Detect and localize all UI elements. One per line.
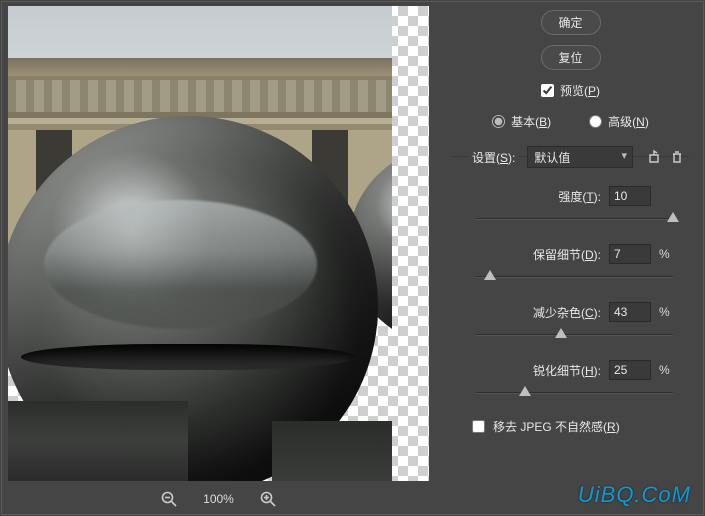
sharpen-label: 锐化细节(H): — [533, 362, 601, 379]
preserve-label: 保留细节(D): — [533, 246, 601, 263]
settings-row: 设置(S): 默认值 — [468, 146, 685, 168]
slider-thumb[interactable] — [667, 212, 679, 222]
preview-label: 预览(P) — [560, 82, 600, 99]
sharpen-input[interactable] — [609, 360, 651, 380]
sharpen-slider[interactable] — [476, 386, 673, 400]
mode-basic-radio[interactable]: 基本(B) — [492, 113, 551, 130]
pedestal — [8, 401, 188, 481]
slider-thumb[interactable] — [484, 270, 496, 280]
strength-slider[interactable] — [476, 212, 673, 226]
remove-jpeg-checkbox[interactable] — [472, 420, 485, 433]
strength-label: 强度(T): — [558, 188, 601, 205]
slider-thumb[interactable] — [519, 386, 531, 396]
slider-sharpen-detail: 锐化细节(H): % — [476, 360, 673, 400]
zoom-level: 100% — [203, 492, 234, 506]
slider-thumb[interactable] — [555, 328, 567, 338]
mode-advanced-radio[interactable]: 高级(N) — [589, 113, 649, 130]
preview-pane — [8, 6, 429, 481]
delete-preset-icon[interactable] — [669, 149, 685, 165]
mode-radio-group: 基本(B) 高级(N) — [450, 113, 691, 130]
reduce-input[interactable] — [609, 302, 651, 322]
remove-jpeg-row[interactable]: 移去 JPEG 不自然感(R) — [472, 418, 691, 435]
preview-checkbox[interactable] — [541, 84, 554, 97]
remove-jpeg-label: 移去 JPEG 不自然感(R) — [493, 418, 620, 435]
preserve-slider[interactable] — [476, 270, 673, 284]
strength-input[interactable] — [609, 186, 651, 206]
zoom-bar: 100% — [8, 486, 429, 512]
slider-preserve-detail: 保留细节(D): % — [476, 244, 673, 284]
zoom-in-icon[interactable] — [260, 491, 276, 507]
reset-button[interactable]: 复位 — [541, 45, 601, 70]
slider-reduce-noise: 减少杂色(C): % — [476, 302, 673, 342]
settings-label: 设置(S): — [468, 149, 519, 166]
reduce-slider[interactable] — [476, 328, 673, 342]
preview-image[interactable] — [8, 6, 392, 481]
balustrade — [8, 76, 392, 118]
preview-checkbox-row[interactable]: 预览(P) — [450, 82, 691, 99]
ok-button[interactable]: 确定 — [541, 10, 601, 35]
controls-panel: 确定 复位 预览(P) 基本(B) 高级(N) 设置(S): 默认值 — [440, 0, 705, 516]
watermark: UiBQ.CoM — [578, 482, 691, 508]
save-preset-icon[interactable] — [647, 149, 663, 165]
preserve-input[interactable] — [609, 244, 651, 264]
slider-strength: 强度(T): — [476, 186, 673, 226]
reduce-label: 减少杂色(C): — [533, 304, 601, 321]
zoom-out-icon[interactable] — [161, 491, 177, 507]
settings-dropdown[interactable]: 默认值 — [527, 146, 633, 168]
